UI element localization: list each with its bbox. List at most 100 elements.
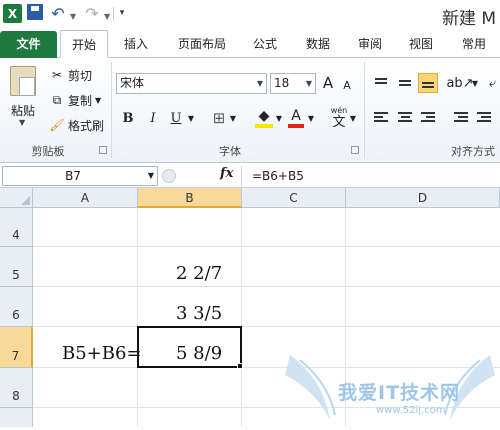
font-color-dropdown-icon[interactable]: ▼ (306, 108, 316, 128)
qat-separator (113, 7, 114, 21)
cut-button[interactable]: ✂ 剪切 (50, 66, 92, 84)
tab-formulas[interactable]: 公式 (245, 31, 285, 58)
customize-qat-icon[interactable]: ▾ (117, 4, 127, 22)
phonetic-dropdown-icon[interactable]: ▼ (348, 108, 358, 128)
align-center-button[interactable] (395, 107, 415, 127)
copy-button[interactable]: ⧉ 复制 ▼ (50, 91, 101, 109)
alignment-group-label: 对齐方式 (451, 145, 495, 158)
excel-logo-icon[interactable]: X (3, 4, 22, 23)
save-icon[interactable] (27, 4, 43, 20)
italic-button[interactable]: I (145, 108, 161, 128)
cell-b6[interactable]: 3 3/5 (176, 303, 222, 324)
format-painter-label: 格式刷 (68, 118, 105, 133)
copy-dropdown-icon[interactable]: ▼ (95, 96, 101, 105)
font-name-value: 宋体 (120, 76, 145, 90)
name-box[interactable]: B7 ▼ (2, 166, 158, 186)
cell-b7[interactable]: 5 8/9 (176, 343, 222, 364)
tab-view[interactable]: 视图 (401, 31, 441, 58)
gridline (137, 208, 138, 427)
paste-dropdown-icon[interactable]: ▼ (19, 118, 25, 127)
tab-data[interactable]: 数据 (298, 31, 338, 58)
cell-a7[interactable]: B5+B6= (62, 343, 142, 364)
ribbon-tabs: 文件 开始 插入 页面布局 公式 数据 审阅 视图 常用 (0, 30, 500, 58)
wrap-text-icon[interactable]: ⤶ (485, 73, 500, 93)
align-bottom-button[interactable] (418, 73, 438, 93)
window-title: 新建 M (442, 9, 497, 29)
gridline (33, 246, 500, 247)
cell-b5[interactable]: 2 2/7 (176, 263, 222, 284)
underline-dropdown-icon[interactable]: ▼ (186, 108, 196, 128)
increase-indent-button[interactable] (474, 107, 494, 127)
orientation-dropdown-icon[interactable]: ▼ (470, 73, 480, 93)
font-launcher-icon[interactable] (351, 146, 359, 154)
align-left-button[interactable] (371, 107, 391, 127)
fill-color-icon[interactable]: ◆ (255, 108, 273, 128)
borders-icon[interactable]: ⊞ (210, 108, 228, 128)
column-header-c[interactable]: C (242, 188, 346, 208)
font-color-button[interactable]: A (288, 108, 304, 128)
paste-button[interactable]: 粘贴 (11, 102, 35, 119)
group-divider (364, 62, 365, 158)
select-all-button[interactable] (0, 188, 33, 208)
redo-icon[interactable]: ↷ (83, 4, 101, 23)
borders-dropdown-icon[interactable]: ▼ (228, 108, 238, 128)
align-middle-button[interactable] (395, 73, 415, 93)
column-header-b[interactable]: B (138, 188, 242, 208)
worksheet-grid: A B C D 4 5 6 7 8 2 2/7 3 3/5 B5+B6= 5 8… (0, 188, 500, 427)
tab-home[interactable]: 开始 (60, 30, 108, 58)
paste-icon[interactable] (10, 66, 36, 96)
row-header-4[interactable]: 4 (0, 208, 33, 247)
chevron-down-icon: ▼ (256, 79, 263, 88)
chevron-down-icon[interactable]: ▼ (148, 167, 154, 185)
row-header-6[interactable]: 6 (0, 287, 33, 327)
formula-bar-splitter[interactable] (162, 169, 176, 183)
title-bar: X ↶ ▼ ↷ ▼ ▾ 新建 M (0, 0, 500, 31)
gridline (345, 208, 346, 427)
tab-page-layout[interactable]: 页面布局 (170, 31, 234, 58)
bold-button[interactable]: B (120, 108, 136, 128)
insert-function-button[interactable]: fx (220, 166, 233, 181)
grow-font-button[interactable]: A (320, 73, 336, 93)
scissors-icon: ✂ (51, 68, 63, 82)
redo-dropdown-icon[interactable]: ▼ (104, 7, 110, 25)
undo-dropdown-icon[interactable]: ▼ (70, 7, 76, 25)
orientation-icon[interactable]: ab↗ (446, 73, 473, 93)
row-header-5[interactable]: 5 (0, 247, 33, 287)
font-name-combo[interactable]: 宋体 ▼ (116, 73, 267, 94)
ribbon-home: 粘贴 ▼ ✂ 剪切 ⧉ 复制 ▼ 🖌 格式刷 剪贴板 宋体 ▼ 18 ▼ A A… (0, 58, 500, 163)
brush-icon: 🖌 (49, 118, 65, 132)
tab-insert[interactable]: 插入 (116, 31, 156, 58)
copy-label: 复制 (68, 93, 93, 108)
shrink-font-button[interactable]: A (340, 75, 354, 95)
formula-bar: B7 ▼ fx =B6+B5 (0, 164, 500, 188)
row-header-7[interactable]: 7 (0, 327, 33, 368)
fill-color-dropdown-icon[interactable]: ▼ (274, 108, 284, 128)
font-size-combo[interactable]: 18 ▼ (270, 73, 316, 94)
clipboard-launcher-icon[interactable] (99, 146, 107, 154)
gridline (33, 367, 500, 368)
undo-icon[interactable]: ↶ (49, 4, 67, 23)
column-header-a[interactable]: A (33, 188, 138, 208)
cut-label: 剪切 (68, 68, 93, 83)
underline-button[interactable]: U (168, 108, 184, 128)
name-box-value: B7 (65, 169, 81, 183)
fill-handle[interactable] (237, 363, 243, 369)
gridline (33, 286, 500, 287)
align-right-button[interactable] (418, 107, 438, 127)
group-divider (111, 62, 112, 158)
copy-icon: ⧉ (52, 92, 62, 107)
tab-review[interactable]: 审阅 (350, 31, 390, 58)
font-group-label: 字体 (219, 145, 241, 158)
decrease-indent-button[interactable] (451, 107, 471, 127)
row-header-8[interactable]: 8 (0, 368, 33, 408)
tab-common[interactable]: 常用 (452, 31, 496, 58)
font-size-value: 18 (274, 76, 290, 90)
clipboard-group-label: 剪贴板 (31, 145, 65, 158)
column-header-d[interactable]: D (346, 188, 500, 208)
formula-input[interactable]: =B6+B5 (241, 166, 500, 186)
format-painter-button[interactable]: 🖌 格式刷 (49, 116, 105, 134)
gridline (33, 407, 500, 408)
align-top-button[interactable] (371, 73, 391, 93)
row-header-9[interactable] (0, 408, 33, 427)
tab-file[interactable]: 文件 (0, 31, 57, 58)
